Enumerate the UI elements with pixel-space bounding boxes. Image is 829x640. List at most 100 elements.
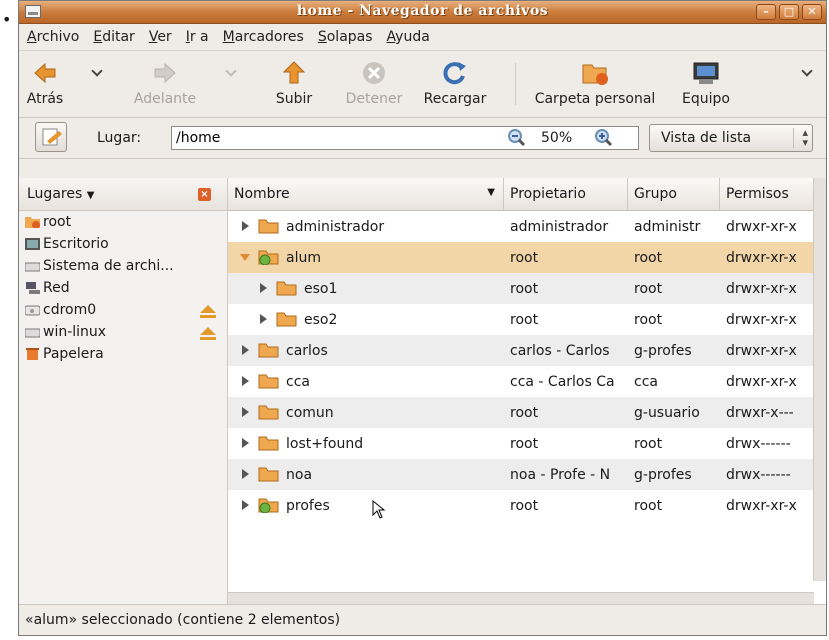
file-group: administr bbox=[634, 219, 701, 235]
table-row[interactable]: carlos carlos - Carlos g-profes drwxr-xr… bbox=[228, 335, 826, 366]
column-label: Nombre bbox=[234, 186, 290, 202]
sidebar-item-label: Red bbox=[43, 280, 70, 296]
network-icon bbox=[26, 282, 40, 294]
file-name: lost+found bbox=[286, 436, 364, 452]
expander-icon[interactable] bbox=[242, 407, 249, 417]
reload-label: Recargar bbox=[423, 91, 487, 107]
content-area: Lugares ▼ × root Escritorio Sistema de a… bbox=[19, 178, 826, 607]
minimize-button[interactable]: – bbox=[756, 4, 776, 20]
menu-ir-a[interactable]: Ir a bbox=[186, 29, 209, 45]
table-row[interactable]: lost+found root root drwx------ bbox=[228, 428, 826, 459]
sidebar-item-label: Sistema de archi... bbox=[43, 258, 174, 274]
table-row-selected[interactable]: alum root root drwxr-xr-x bbox=[228, 242, 826, 273]
folder-icon bbox=[258, 343, 279, 358]
table-row[interactable]: administrador administrador administr dr… bbox=[228, 211, 826, 242]
sort-chevron-icon: ▼ bbox=[487, 187, 495, 198]
file-owner: root bbox=[510, 250, 539, 266]
sidebar-item-filesystem[interactable]: Sistema de archi... bbox=[19, 255, 227, 277]
expander-icon[interactable] bbox=[242, 469, 249, 479]
stop-button[interactable]: Detener bbox=[343, 59, 405, 107]
home-folder-label: Carpeta personal bbox=[534, 91, 656, 107]
expander-icon[interactable] bbox=[242, 345, 249, 355]
home-folder-button[interactable]: Carpeta personal bbox=[525, 59, 665, 107]
maximize-button[interactable]: □ bbox=[779, 4, 799, 20]
expander-icon[interactable] bbox=[242, 500, 249, 510]
expander-icon[interactable] bbox=[260, 314, 267, 324]
folder-icon bbox=[258, 405, 279, 420]
folder-icon bbox=[258, 436, 279, 451]
forward-button[interactable]: Adelante bbox=[129, 59, 201, 107]
table-row[interactable]: comun root g-usuario drwxr-x--- bbox=[228, 397, 826, 428]
file-group: root bbox=[634, 281, 663, 297]
file-permissions: drwxr-xr-x bbox=[726, 219, 797, 235]
zoom-out-icon[interactable] bbox=[507, 128, 527, 148]
file-group: root bbox=[634, 312, 663, 328]
file-group: g-usuario bbox=[634, 405, 700, 421]
expander-icon[interactable] bbox=[242, 376, 249, 386]
location-bar: Lugar: 50% Vista de lista ▴▾ bbox=[19, 118, 826, 159]
back-button[interactable]: Atrás bbox=[25, 59, 65, 107]
trash-icon bbox=[26, 348, 39, 360]
back-arrow-icon bbox=[34, 62, 56, 84]
expander-icon[interactable] bbox=[242, 221, 249, 231]
menu-marcadores[interactable]: Marcadores bbox=[223, 29, 304, 45]
vertical-scrollbar[interactable] bbox=[813, 178, 826, 581]
back-label: Atrás bbox=[26, 91, 64, 107]
cdrom-icon bbox=[25, 305, 40, 316]
title-bar[interactable]: home - Navegador de archivos – □ ✕ bbox=[19, 1, 826, 24]
file-permissions: drwxr-x--- bbox=[726, 405, 794, 421]
folder-icon bbox=[258, 374, 279, 389]
sidebar-type-select[interactable]: Lugares ▼ bbox=[27, 186, 94, 202]
sidebar-item-win-linux[interactable]: win-linux bbox=[19, 321, 227, 343]
column-header-permisos[interactable]: Permisos bbox=[720, 178, 814, 210]
eject-icon[interactable] bbox=[199, 326, 217, 342]
computer-button[interactable]: Equipo bbox=[675, 59, 737, 107]
file-name: alum bbox=[286, 250, 321, 266]
table-row[interactable]: profes root root drwxr-xr-x bbox=[228, 490, 826, 521]
reload-icon bbox=[443, 62, 466, 85]
file-owner: noa - Profe - N bbox=[510, 467, 611, 483]
menu-ver[interactable]: Ver bbox=[149, 29, 172, 45]
edit-location-icon bbox=[42, 128, 62, 146]
reload-button[interactable]: Recargar bbox=[415, 59, 495, 107]
up-button[interactable]: Subir bbox=[271, 59, 317, 107]
back-history-chevron-icon[interactable] bbox=[93, 67, 102, 76]
expander-icon[interactable] bbox=[242, 438, 249, 448]
toolbar-overflow-chevron-icon[interactable] bbox=[803, 67, 812, 76]
table-row[interactable]: noa noa - Profe - N g-profes drwx------ bbox=[228, 459, 826, 490]
column-header-propietario[interactable]: Propietario bbox=[504, 178, 628, 210]
select-arrows-icon: ▴ ▾ bbox=[793, 127, 808, 148]
file-permissions: drwxr-xr-x bbox=[726, 374, 797, 390]
sidebar-item-label: cdrom0 bbox=[43, 302, 97, 318]
file-group: g-profes bbox=[634, 467, 692, 483]
forward-arrow-icon bbox=[154, 62, 176, 84]
forward-history-chevron-icon[interactable] bbox=[227, 67, 236, 76]
table-row[interactable]: eso1 root root drwxr-xr-x bbox=[228, 273, 826, 304]
menu-solapas[interactable]: Solapas bbox=[318, 29, 373, 45]
location-toggle-button[interactable] bbox=[35, 122, 67, 152]
close-button[interactable]: ✕ bbox=[802, 4, 822, 20]
column-header-grupo[interactable]: Grupo bbox=[628, 178, 720, 210]
up-arrow-icon bbox=[282, 61, 306, 84]
menu-editar[interactable]: Editar bbox=[93, 29, 134, 45]
view-mode-select[interactable]: Vista de lista ▴ ▾ bbox=[649, 124, 813, 152]
zoom-in-icon[interactable] bbox=[594, 128, 614, 148]
table-row[interactable]: cca cca - Carlos Ca cca drwxr-xr-x bbox=[228, 366, 826, 397]
menu-ayuda[interactable]: Ayuda bbox=[387, 29, 430, 45]
stop-label: Detener bbox=[345, 91, 403, 107]
table-row[interactable]: eso2 root root drwxr-xr-x bbox=[228, 304, 826, 335]
menu-archivo[interactable]: Archivo bbox=[27, 29, 79, 45]
sidebar-close-icon[interactable]: × bbox=[198, 188, 211, 201]
file-owner: root bbox=[510, 436, 539, 452]
column-header-nombre[interactable]: Nombre ▼ bbox=[228, 178, 504, 210]
sidebar-item-papelera[interactable]: Papelera bbox=[19, 343, 227, 365]
view-mode-label: Vista de lista bbox=[661, 130, 752, 146]
sidebar-item-escritorio[interactable]: Escritorio bbox=[19, 233, 227, 255]
sidebar-item-red[interactable]: Red bbox=[19, 277, 227, 299]
eject-icon[interactable] bbox=[199, 304, 217, 320]
expander-open-icon[interactable] bbox=[240, 254, 250, 261]
sidebar-item-cdrom0[interactable]: cdrom0 bbox=[19, 299, 227, 321]
expander-icon[interactable] bbox=[260, 283, 267, 293]
sidebar-item-root[interactable]: root bbox=[19, 211, 227, 233]
zoom-level[interactable]: 50% bbox=[541, 130, 572, 146]
